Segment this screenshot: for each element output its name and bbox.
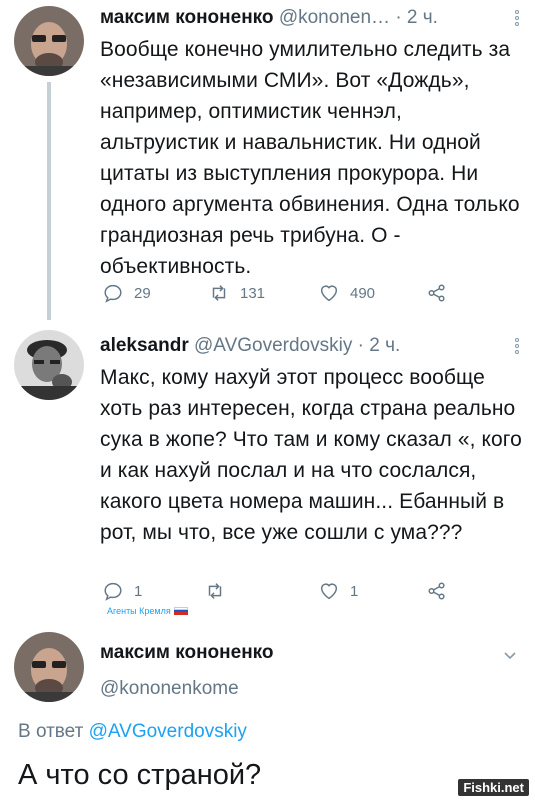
retweet-button[interactable] <box>204 578 236 604</box>
more-icon[interactable] <box>513 338 521 356</box>
reply-button[interactable]: 29 <box>102 280 151 306</box>
author-name[interactable]: aleksandr <box>100 335 189 356</box>
reply-to-line: В ответ @AVGoverdovskiy <box>18 718 247 746</box>
author-handle[interactable]: @AVGoverdovskiy <box>194 335 352 356</box>
avatar[interactable] <box>14 632 84 702</box>
like-button[interactable]: 1 <box>318 578 358 604</box>
author-name[interactable]: максим кононенко <box>100 640 274 666</box>
reply-prefix: В ответ <box>18 721 84 742</box>
tag-label: Агенты Кремля <box>107 606 171 616</box>
reply-icon <box>104 284 122 303</box>
tweet-text: Макс, кому нахуй этот процесс вообще хот… <box>100 366 522 544</box>
like-icon <box>320 583 338 600</box>
chevron-down-icon[interactable] <box>503 648 517 662</box>
share-icon <box>428 582 445 600</box>
share-icon <box>428 284 445 302</box>
tweet-actions: 1 1 <box>100 578 460 604</box>
tweet-2[interactable]: aleksandr @AVGoverdovskiy · 2 ч. Макс, к… <box>0 330 535 620</box>
share-button[interactable] <box>426 280 448 306</box>
author-handle[interactable]: @kononen… <box>279 7 390 28</box>
reply-button[interactable]: 1 <box>102 578 142 604</box>
watermark: Fishki.net <box>458 779 529 796</box>
tweet-time: · 2 ч. <box>395 7 438 28</box>
tweet-3[interactable]: максим кононенко @kononenkome В ответ @A… <box>0 628 535 800</box>
like-count: 1 <box>350 582 359 600</box>
retweet-count: 131 <box>240 284 266 302</box>
retweet-icon <box>212 285 226 301</box>
russian-flag-icon <box>173 607 188 615</box>
share-button[interactable] <box>426 578 448 604</box>
like-button[interactable]: 490 <box>318 280 375 306</box>
like-icon <box>320 285 338 302</box>
author-name[interactable]: максим кононенко <box>100 7 274 28</box>
tweet-text: А что со страной? <box>18 759 262 791</box>
tweet-actions: 29 131 490 <box>100 280 460 306</box>
reply-mention-link[interactable]: @AVGoverdovskiy <box>89 721 247 742</box>
avatar[interactable] <box>14 330 84 400</box>
retweet-icon <box>208 583 222 599</box>
like-count: 490 <box>350 284 376 302</box>
reply-count: 1 <box>134 582 143 600</box>
avatar[interactable] <box>14 6 84 76</box>
more-icon[interactable] <box>513 10 521 28</box>
reply-count: 29 <box>134 284 151 302</box>
reply-icon <box>104 582 122 601</box>
tweet-text: Вообще конечно умилительно следить за «н… <box>100 38 520 278</box>
tweet-1[interactable]: максим кононенко @kononen… · 2 ч. Вообще… <box>0 0 535 320</box>
tweet-time: · 2 ч. <box>357 335 401 356</box>
user-tag[interactable]: Агенты Кремля <box>107 606 188 616</box>
author-handle[interactable]: @kononenkome <box>100 676 239 702</box>
retweet-button[interactable]: 131 <box>208 280 265 306</box>
